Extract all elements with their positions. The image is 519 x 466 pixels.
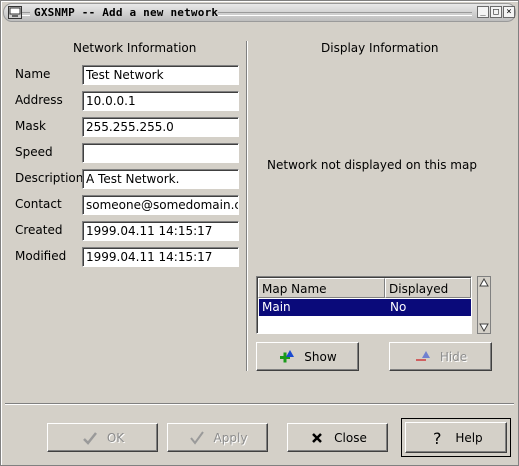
show-button[interactable]: Show [256,342,359,371]
window-title: GXSNMP -- Add a new network [34,6,219,19]
map-name-cell: Main [262,300,291,314]
close-button-label: Close [334,430,367,445]
description-label: Description [15,171,84,185]
name-field[interactable]: Test Network [82,65,239,85]
ok-button-label: OK [106,430,125,445]
column-header-map-name[interactable]: Map Name [258,278,385,298]
close-window-icon[interactable]: × [503,6,515,18]
name-label: Name [15,67,51,81]
check-icon [189,430,204,445]
column-header-displayed[interactable]: Displayed [385,278,471,298]
map-list[interactable]: Map Name Displayed Main No [256,276,472,334]
modified-field[interactable]: 1999.04.11 14:15:17 [82,247,239,267]
displayed-cell: No [390,300,407,314]
check-icon [82,431,97,445]
question-icon: ? [433,429,442,447]
panel-divider [246,41,248,371]
created-label: Created [15,223,63,237]
minimize-icon[interactable]: _ [477,6,489,18]
maximize-icon[interactable]: □ [490,6,502,18]
dialog-window: GXSNMP -- Add a new network _ □ × Networ… [0,0,519,466]
ok-button[interactable]: OK [47,423,158,452]
add-icon [280,349,295,362]
speed-label: Speed [15,145,53,159]
title-groove-left [22,12,30,16]
title-groove-right [218,12,472,16]
contact-field[interactable]: someone@somedomain.com [82,195,239,215]
apply-button[interactable]: Apply [167,423,268,452]
hide-button-label: Hide [439,349,468,364]
x-icon [312,432,323,443]
table-row[interactable]: Main No [259,299,471,316]
address-label: Address [15,93,63,107]
display-info-heading: Display Information [321,41,439,55]
help-button-label: Help [455,430,483,445]
scrollbar-arrows-icon [479,277,489,333]
speed-field[interactable] [82,143,239,163]
hide-button[interactable]: Hide [389,342,492,371]
apply-button-label: Apply [213,430,248,445]
address-field[interactable]: 10.0.0.1 [82,91,239,111]
title-bar[interactable]: GXSNMP -- Add a new network _ □ × [3,3,516,22]
display-status-text: Network not displayed on this map [267,158,477,172]
show-button-label: Show [304,349,337,364]
footer-divider [5,403,514,405]
app-icon [8,6,22,19]
modified-label: Modified [15,249,67,263]
close-button[interactable]: Close [287,423,388,452]
svg-text:?: ? [433,429,442,447]
help-button[interactable]: ? Help [405,422,507,453]
contact-label: Contact [15,197,62,211]
created-field[interactable]: 1999.04.11 14:15:17 [82,221,239,241]
description-field[interactable]: A Test Network. [82,169,239,189]
mask-label: Mask [15,119,46,133]
mask-field[interactable]: 255.255.255.0 [82,117,239,137]
remove-icon [415,350,430,361]
network-info-heading: Network Information [73,41,197,55]
map-list-scrollbar[interactable] [477,276,491,334]
